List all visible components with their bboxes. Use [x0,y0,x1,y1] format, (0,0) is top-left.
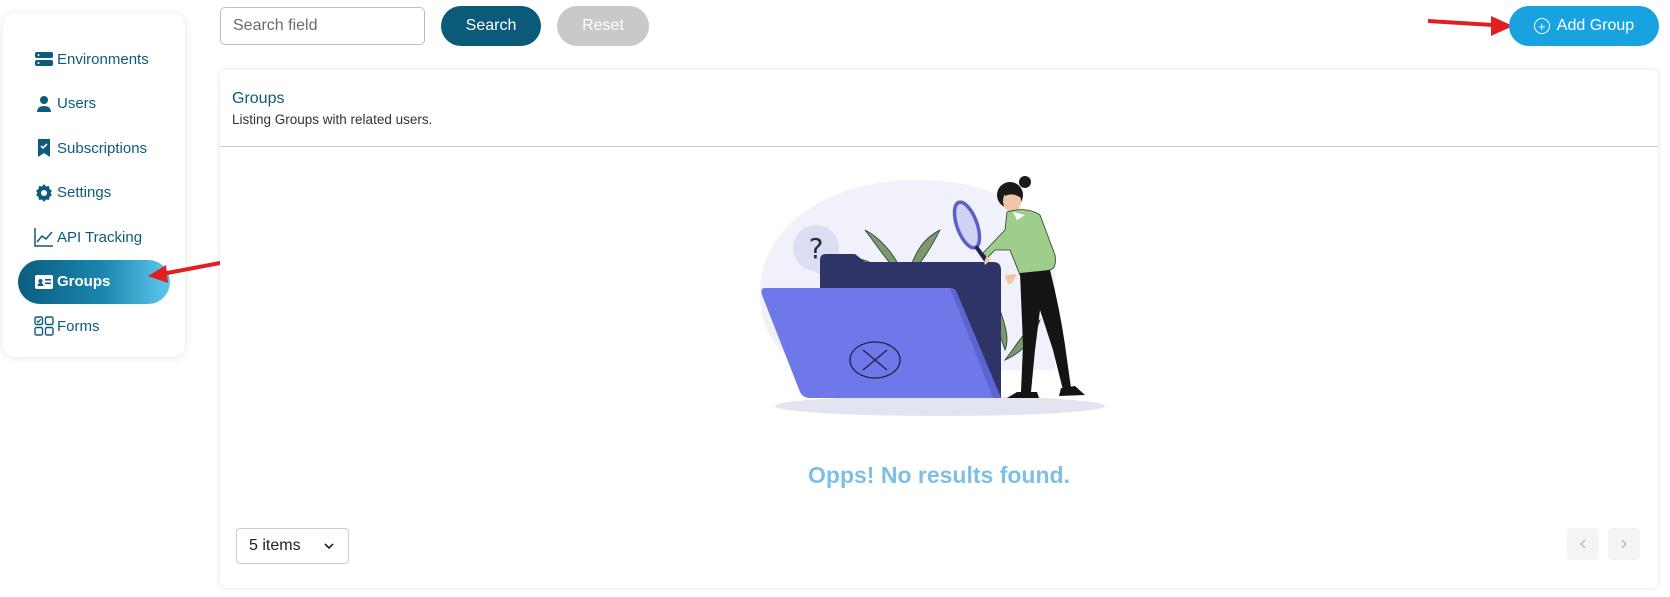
chevron-right-icon [1621,539,1628,549]
page-size-value: 5 items [249,537,301,554]
sidebar-item-groups[interactable]: Groups [18,259,170,304]
sidebar-item-label: Groups [57,273,111,290]
add-group-button[interactable]: + Add Group [1509,6,1659,46]
previous-page-button[interactable] [1567,528,1599,560]
search-button-label: Search [465,17,517,34]
card-header: Groups Listing Groups with related users… [220,70,1658,147]
search-input[interactable] [220,7,425,45]
sidebar-item-forms[interactable]: Forms [3,304,185,348]
plus-circle-icon: + [1533,18,1550,34]
empty-state-illustration: ? [759,176,1105,416]
sidebar-item-settings[interactable]: Settings [3,171,185,215]
server-icon [34,49,54,69]
sidebar-item-users[interactable]: Users [3,82,185,126]
card-subtitle: Listing Groups with related users. [232,112,433,127]
chart-line-icon [34,227,54,247]
page-size-select[interactable]: 5 items [236,528,349,564]
add-group-label: Add Group [1556,17,1635,34]
groups-card: Groups Listing Groups with related users… [220,70,1658,588]
sidebar-item-environments[interactable]: Environments [3,37,185,81]
annotation-arrow-add-group [1427,16,1513,36]
card-title: Groups [232,90,285,107]
sidebar-item-label: API Tracking [57,228,143,246]
user-icon [34,94,54,114]
next-page-button[interactable] [1608,528,1640,560]
sidebar-item-label: Settings [57,184,112,201]
sidebar-item-label: Users [57,95,97,112]
reset-button-label: Reset [582,17,624,34]
sidebar-item-label: Forms [57,317,100,335]
reset-button[interactable]: Reset [557,6,649,46]
sidebar-item-label: Environments [57,50,149,68]
id-card-icon [34,272,54,292]
grid-icon [34,316,54,336]
chevron-down-icon [324,543,334,550]
chevron-left-icon [1579,539,1586,549]
empty-state-message: Opps! No results found. [808,462,1070,488]
sidebar-item-api-tracking[interactable]: API Tracking [3,215,185,259]
bookmark-icon [34,138,54,158]
gear-icon [34,183,54,203]
page: Environments Users Subscriptions Setting… [0,0,1670,597]
sidebar-item-label: Subscriptions [57,139,148,157]
search-button[interactable]: Search [441,6,541,46]
sidebar-item-subscriptions[interactable]: Subscriptions [3,126,185,170]
sidebar: Environments Users Subscriptions Setting… [3,13,185,357]
